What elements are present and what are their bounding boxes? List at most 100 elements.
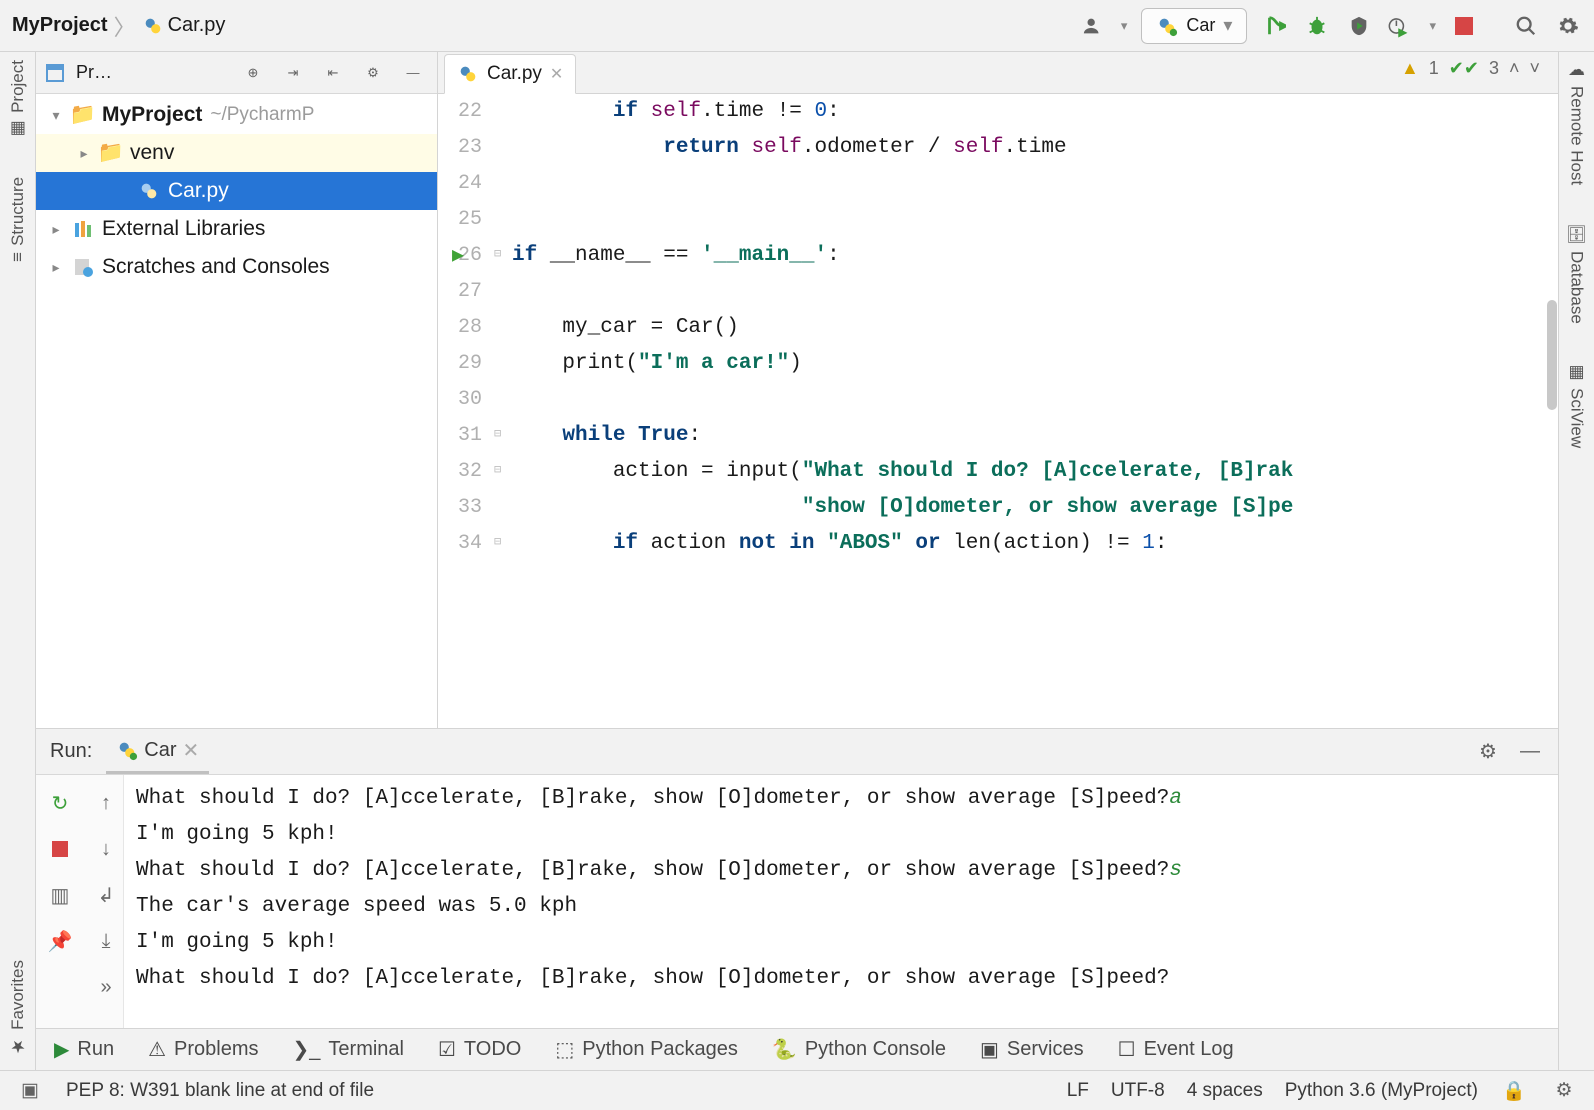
ide-gear-icon[interactable]: ⚙ [1550, 1077, 1578, 1105]
libraries-icon [72, 219, 94, 239]
sciview-tool-button[interactable]: ▦ SciView [1567, 362, 1587, 448]
project-tool-button[interactable]: ▦ Project [8, 60, 28, 139]
run-settings-gear-icon[interactable]: ⚙ [1474, 738, 1502, 766]
run-tab-car[interactable]: Car ✕ [106, 729, 209, 774]
tree-row-project-root[interactable]: ▾ 📁 MyProject ~/PycharmP [36, 96, 437, 134]
profile-icon[interactable]: ▶ [1387, 12, 1415, 40]
dropdown-caret-icon: ▾ [1223, 15, 1232, 36]
up-stack-icon[interactable]: ↑ [88, 785, 124, 821]
tree-label: Scratches and Consoles [102, 255, 330, 279]
run-tool-header: Run: Car ✕ ⚙ — [36, 729, 1558, 775]
run-tab-label: Car [144, 739, 176, 762]
pin-icon[interactable]: 📌 [42, 923, 78, 959]
bottom-tool-label: Python Console [805, 1038, 946, 1061]
locate-icon[interactable]: ⊕ [239, 59, 267, 87]
favorites-tool-button[interactable]: ★ Favorites [8, 960, 28, 1056]
run-tool-window: Run: Car ✕ ⚙ — ↻ ↑ ↓ ▥ ↲ 📌 [36, 728, 1558, 1028]
play-icon: ▶ [54, 1037, 69, 1062]
status-indent[interactable]: 4 spaces [1187, 1080, 1263, 1102]
editor-body[interactable]: 22232425262728293031323334 ▶⊟⊟⊟⊟ if self… [438, 94, 1558, 728]
tree-label: Car.py [168, 179, 229, 203]
bottom-tool-python-packages[interactable]: ⬚ Python Packages [555, 1037, 738, 1062]
bottom-tool-strip: ▶ Run ⚠ Problems ❯_ Terminal ☑ TODO ⬚ Py… [36, 1028, 1558, 1070]
project-panel-title[interactable]: Pr… [76, 62, 227, 83]
status-line-separator[interactable]: LF [1067, 1080, 1089, 1102]
tree-row-venv[interactable]: ▸ 📁 venv [36, 134, 437, 172]
close-tab-icon[interactable]: ✕ [550, 64, 563, 84]
folder-icon: 📁 [100, 141, 122, 165]
stop-icon[interactable] [42, 831, 78, 867]
rerun-icon[interactable]: ↻ [42, 785, 78, 821]
debug-icon[interactable] [1303, 12, 1331, 40]
remote-host-tool-button[interactable]: ☁ Remote Host [1567, 60, 1587, 185]
expand-all-icon[interactable]: ⇥ [279, 59, 307, 87]
tree-hint: ~/PycharmP [210, 104, 314, 126]
readonly-lock-icon[interactable]: 🔒 [1500, 1077, 1528, 1105]
status-encoding[interactable]: UTF-8 [1111, 1080, 1165, 1102]
next-highlight-icon[interactable]: ˅ [1529, 58, 1540, 79]
add-user-icon[interactable] [1079, 12, 1107, 40]
tool-window-quick-access-icon[interactable]: ▣ [16, 1077, 44, 1105]
terminal-icon: ❯_ [293, 1037, 321, 1062]
project-tool-window: Pr… ⊕ ⇥ ⇤ ⚙ — ▾ 📁 MyProject ~/PycharmP [36, 52, 438, 728]
scroll-to-end-icon[interactable]: ⤓ [88, 923, 124, 959]
panel-settings-gear-icon[interactable]: ⚙ [359, 59, 387, 87]
bottom-tool-label: Event Log [1144, 1038, 1234, 1061]
stop-icon[interactable] [1450, 12, 1478, 40]
chevron-right-icon: ▸ [76, 145, 92, 162]
bottom-tool-label: TODO [464, 1038, 521, 1061]
prev-highlight-icon[interactable]: ˄ [1509, 58, 1520, 79]
close-run-tab-icon[interactable]: ✕ [182, 738, 199, 763]
scrollbar-thumb[interactable] [1547, 300, 1557, 410]
hide-run-panel-icon[interactable]: — [1516, 738, 1544, 766]
bottom-tool-todo[interactable]: ☑ TODO [438, 1037, 521, 1062]
down-stack-icon[interactable]: ↓ [88, 831, 124, 867]
python-file-icon [138, 180, 160, 202]
chevron-right-icon: ▸ [48, 221, 64, 238]
favorites-tool-label: Favorites [8, 960, 28, 1030]
toolbar-actions: ▾ Car ▾ ▶ ▾ [1079, 8, 1582, 44]
code-text[interactable]: if self.time != 0: return self.odometer … [512, 94, 1558, 728]
breadcrumb-project[interactable]: MyProject [12, 14, 108, 37]
structure-tool-label: Structure [8, 177, 28, 246]
top-bar: MyProject 〉 Car.py ▾ Car ▾ ▶ ▾ [0, 0, 1594, 52]
coverage-icon[interactable] [1345, 12, 1373, 40]
run-icon[interactable] [1261, 12, 1289, 40]
bottom-tool-event-log[interactable]: ☐ Event Log [1118, 1037, 1234, 1062]
breadcrumb-file[interactable]: Car.py [142, 14, 226, 37]
python-file-icon [142, 15, 164, 37]
tree-row-car-py[interactable]: Car.py [36, 172, 437, 210]
inspection-status[interactable]: ▲ 1 ✔✔ 3 ˄ ˅ [1401, 58, 1540, 79]
bottom-tool-python-console[interactable]: 🐍 Python Console [772, 1037, 946, 1062]
editor-area: Car.py ✕ ▲ 1 ✔✔ 3 ˄ ˅ 222324252627282930… [438, 52, 1558, 728]
structure-tool-button[interactable]: ≡ Structure [8, 177, 28, 262]
soft-wrap-icon[interactable]: ↲ [88, 877, 124, 913]
hide-panel-icon[interactable]: — [399, 59, 427, 87]
event-log-icon: ☐ [1118, 1037, 1136, 1062]
editor-tab-car-py[interactable]: Car.py ✕ [444, 54, 576, 94]
structure-icon: ≡ [8, 252, 28, 262]
bottom-tool-run[interactable]: ▶ Run [54, 1037, 114, 1062]
status-bar: ▣ PEP 8: W391 blank line at end of file … [0, 1070, 1594, 1110]
remote-host-icon: ☁ [1567, 60, 1587, 80]
fold-gutter[interactable]: ▶⊟⊟⊟⊟ [494, 94, 512, 728]
status-interpreter[interactable]: Python 3.6 (MyProject) [1285, 1080, 1478, 1102]
tree-row-scratches[interactable]: ▸ Scratches and Consoles [36, 248, 437, 286]
collapse-all-icon[interactable]: ⇤ [319, 59, 347, 87]
bottom-tool-services[interactable]: ▣ Services [980, 1037, 1084, 1062]
run-configuration-selector[interactable]: Car ▾ [1141, 8, 1247, 44]
more-icon[interactable]: » [88, 969, 124, 1005]
database-tool-button[interactable]: 🗄 Database [1567, 223, 1587, 323]
tree-row-external-libraries[interactable]: ▸ External Libraries [36, 210, 437, 248]
ok-checks-icon: ✔✔ [1449, 58, 1479, 79]
chevron-right-icon: ▸ [48, 259, 64, 276]
settings-gear-icon[interactable] [1554, 12, 1582, 40]
breadcrumb-file-label: Car.py [168, 14, 226, 37]
search-icon[interactable] [1512, 12, 1540, 40]
bottom-tool-problems[interactable]: ⚠ Problems [148, 1037, 258, 1062]
bottom-tool-terminal[interactable]: ❯_ Terminal [293, 1037, 404, 1062]
main-area: ▦ Project ≡ Structure ★ Favorites Pr… ⊕ … [0, 52, 1594, 1070]
console-output[interactable]: What should I do? [A]ccelerate, [B]rake,… [124, 775, 1558, 1028]
editor-tab-label: Car.py [487, 63, 542, 85]
layout-icon[interactable]: ▥ [42, 877, 78, 913]
